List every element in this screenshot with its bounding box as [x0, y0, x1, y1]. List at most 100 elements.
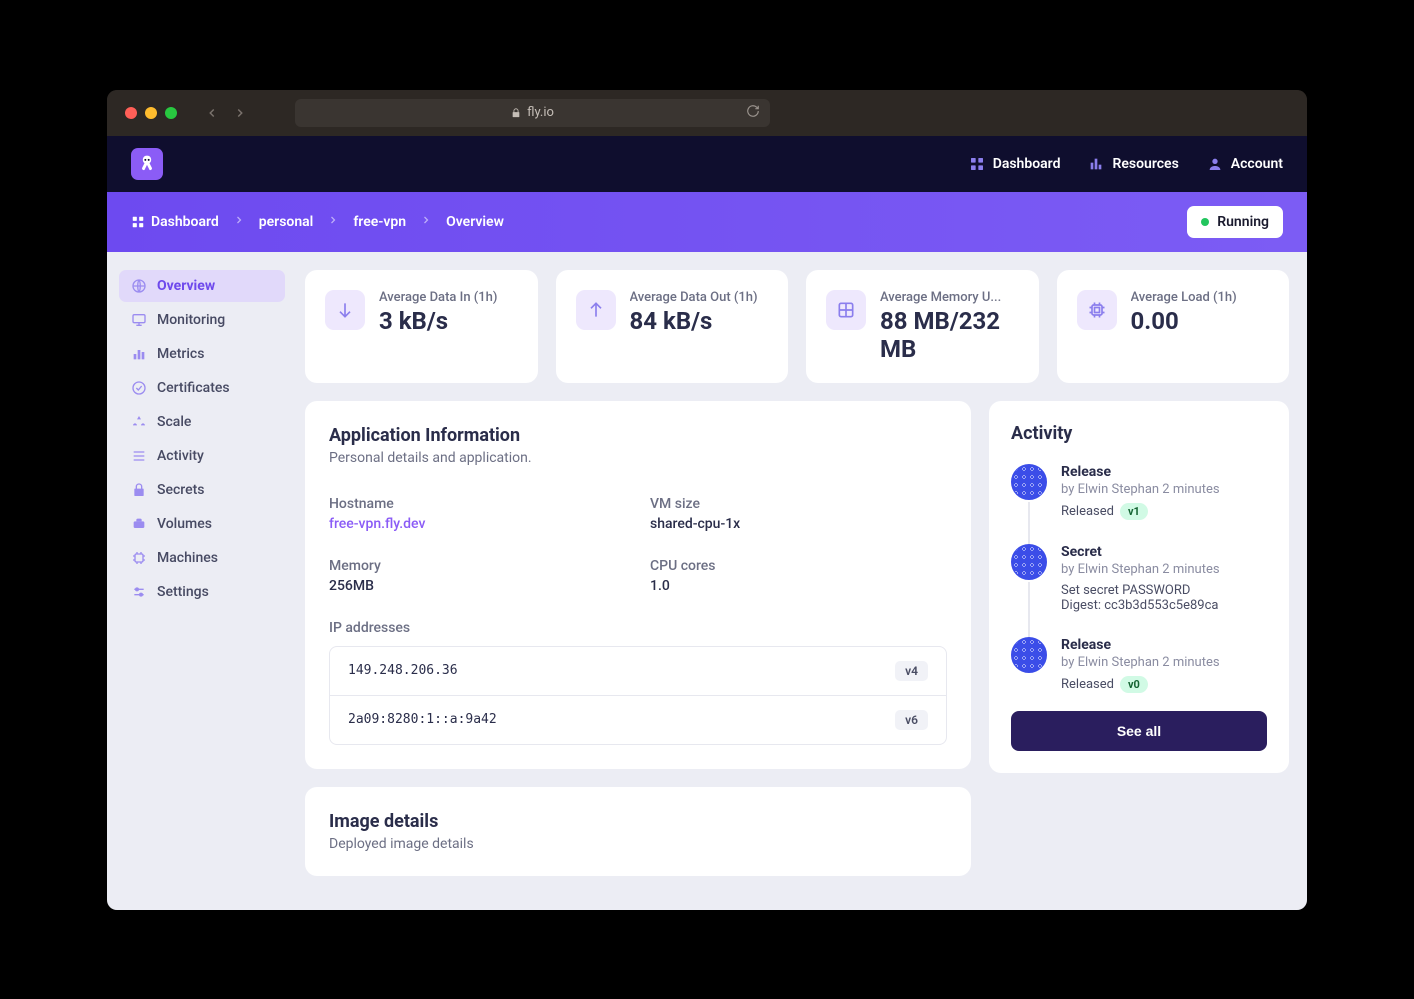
stat-value: 3 kB/s	[379, 307, 497, 335]
stat-label: Average Load (1h)	[1131, 290, 1237, 305]
app-info-title: Application Information	[329, 425, 947, 446]
app-info-card: Application Information Personal details…	[305, 401, 971, 769]
minimize-window-button[interactable]	[145, 107, 157, 119]
ip-address: 149.248.206.36	[348, 663, 458, 678]
version-badge: v0	[1120, 676, 1148, 693]
see-all-button[interactable]: See all	[1011, 711, 1267, 751]
status-badge: Running	[1187, 206, 1283, 238]
browser-chrome: fly.io	[107, 90, 1307, 136]
activity-item: Secret by Elwin Stephan 2 minutes Set se…	[1011, 544, 1267, 637]
lock-icon	[131, 482, 147, 498]
url-text: fly.io	[527, 105, 554, 120]
breadcrumb: Dashboard personal free-vpn Overview	[131, 214, 504, 230]
ip-list: 149.248.206.36 v4 2a09:8280:1::a:9a42 v6	[329, 646, 947, 745]
lock-icon	[511, 107, 521, 119]
chevron-right-icon	[420, 214, 432, 230]
up-arrow-icon	[576, 290, 616, 330]
breadcrumb-personal[interactable]: personal	[259, 214, 314, 230]
stat-card-datain: Average Data In (1h) 3 kB/s	[305, 270, 538, 383]
close-window-button[interactable]	[125, 107, 137, 119]
sidebar-item-label: Volumes	[157, 516, 212, 532]
logo[interactable]	[131, 148, 163, 180]
resources-icon	[1088, 156, 1104, 172]
app-info-subtitle: Personal details and application.	[329, 450, 947, 466]
activity-icon	[131, 448, 147, 464]
nav-dashboard-label: Dashboard	[993, 156, 1061, 172]
traffic-lights	[125, 107, 177, 119]
forward-button[interactable]	[233, 106, 247, 120]
grid-icon	[826, 290, 866, 330]
url-bar[interactable]: fly.io	[295, 99, 770, 127]
sidebar-item-label: Settings	[157, 584, 209, 600]
barchart-icon	[131, 346, 147, 362]
breadcrumb-bar: Dashboard personal free-vpn Overview	[107, 192, 1307, 252]
activity-list: Release by Elwin Stephan 2 minutes Relea…	[1011, 464, 1267, 707]
back-button[interactable]	[205, 106, 219, 120]
chevron-right-icon	[327, 214, 339, 230]
sidebar-item-label: Scale	[157, 414, 191, 430]
browser-window: fly.io Dashboard Resources	[107, 90, 1307, 910]
monitor-icon	[131, 312, 147, 328]
nav-account[interactable]: Account	[1207, 156, 1283, 172]
sidebar-item-label: Activity	[157, 448, 204, 464]
status-label: Running	[1217, 214, 1269, 230]
sidebar-item-label: Certificates	[157, 380, 230, 396]
sidebar-item-volumes[interactable]: Volumes	[119, 508, 285, 540]
info-cpu: CPU cores 1.0	[650, 558, 947, 594]
sidebar-item-label: Overview	[157, 278, 215, 294]
ip-row: 2a09:8280:1::a:9a42 v6	[330, 696, 946, 744]
activity-title: Activity	[1011, 423, 1267, 444]
sidebar: Overview Monitoring Metrics Certificates…	[107, 252, 297, 910]
avatar	[1011, 637, 1047, 673]
sidebar-item-settings[interactable]: Settings	[119, 576, 285, 608]
breadcrumb-app[interactable]: free-vpn	[353, 214, 406, 230]
ip-version-badge: v6	[895, 710, 928, 730]
ip-version-badge: v4	[895, 661, 928, 681]
nav-dashboard[interactable]: Dashboard	[969, 156, 1061, 172]
breadcrumb-overview[interactable]: Overview	[446, 214, 504, 230]
nav-account-label: Account	[1231, 156, 1283, 172]
maximize-window-button[interactable]	[165, 107, 177, 119]
account-icon	[1207, 156, 1223, 172]
stats-row: Average Data In (1h) 3 kB/s Average Data…	[305, 270, 1289, 383]
stat-card-dataout: Average Data Out (1h) 84 kB/s	[556, 270, 789, 383]
stat-label: Average Memory U...	[880, 290, 1019, 305]
app-header: Dashboard Resources Account	[107, 136, 1307, 192]
activity-card: Activity Release by Elwin Stephan 2 minu…	[989, 401, 1289, 773]
cpu-icon	[1077, 290, 1117, 330]
ip-section: IP addresses 149.248.206.36 v4 2a09:8280…	[329, 620, 947, 745]
sidebar-item-metrics[interactable]: Metrics	[119, 338, 285, 370]
main: Overview Monitoring Metrics Certificates…	[107, 252, 1307, 910]
ip-address: 2a09:8280:1::a:9a42	[348, 712, 497, 727]
cert-icon	[131, 380, 147, 396]
globe-icon	[131, 278, 147, 294]
settings-icon	[131, 584, 147, 600]
sidebar-item-secrets[interactable]: Secrets	[119, 474, 285, 506]
sidebar-item-machines[interactable]: Machines	[119, 542, 285, 574]
nav-resources-label: Resources	[1112, 156, 1178, 172]
hostname-link[interactable]: free-vpn.fly.dev	[329, 516, 626, 532]
refresh-icon[interactable]	[746, 104, 760, 122]
activity-item: Release by Elwin Stephan 2 minutes Relea…	[1011, 637, 1267, 707]
sidebar-item-scale[interactable]: Scale	[119, 406, 285, 438]
sidebar-item-activity[interactable]: Activity	[119, 440, 285, 472]
chevron-right-icon	[233, 214, 245, 230]
nav-resources[interactable]: Resources	[1088, 156, 1178, 172]
volumes-icon	[131, 516, 147, 532]
image-details-subtitle: Deployed image details	[329, 836, 947, 852]
info-hostname: Hostname free-vpn.fly.dev	[329, 496, 626, 532]
info-vmsize: VM size shared-cpu-1x	[650, 496, 947, 532]
image-details-card: Image details Deployed image details	[305, 787, 971, 876]
dashboard-icon	[969, 156, 985, 172]
activity-item: Release by Elwin Stephan 2 minutes Relea…	[1011, 464, 1267, 544]
avatar	[1011, 464, 1047, 500]
stat-card-memory: Average Memory U... 88 MB/232 MB	[806, 270, 1039, 383]
image-details-title: Image details	[329, 811, 947, 832]
sidebar-item-certificates[interactable]: Certificates	[119, 372, 285, 404]
sidebar-item-overview[interactable]: Overview	[119, 270, 285, 302]
sidebar-item-monitoring[interactable]: Monitoring	[119, 304, 285, 336]
header-nav: Dashboard Resources Account	[969, 156, 1283, 172]
stat-value: 0.00	[1131, 307, 1237, 335]
breadcrumb-dashboard[interactable]: Dashboard	[131, 214, 219, 230]
sidebar-item-label: Machines	[157, 550, 218, 566]
